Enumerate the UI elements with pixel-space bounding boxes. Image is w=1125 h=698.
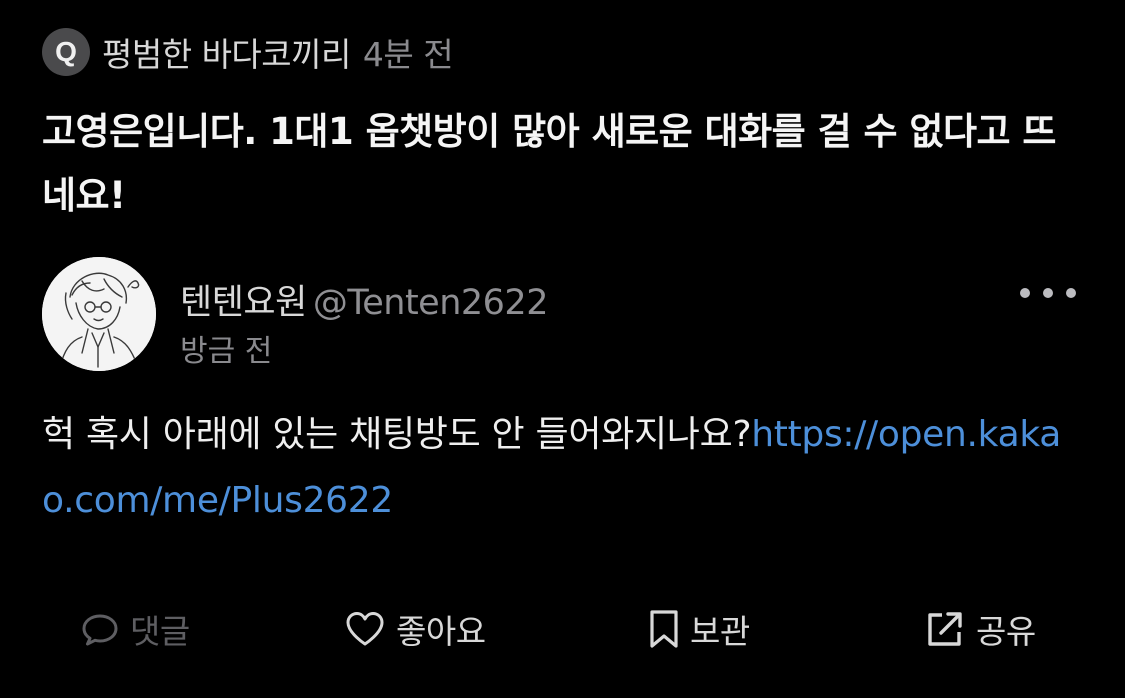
like-label: 좋아요	[396, 612, 486, 651]
question-author[interactable]: 평범한 바다코끼리	[102, 28, 351, 76]
bookmark-icon	[650, 610, 678, 648]
reply-body: 헉 혹시 아래에 있는 채팅방도 안 들어와지나요?	[42, 414, 752, 455]
avatar-sketch-icon	[42, 257, 156, 371]
reply-author-handle: @Tenten2622	[312, 283, 549, 323]
reply-time: 방금 전	[180, 334, 273, 369]
more-horizontal-icon-dot	[1020, 288, 1030, 298]
reply-text: 헉 혹시 아래에 있는 채팅방도 안 들어와지나요?https://open.k…	[42, 402, 1082, 534]
more-horizontal-icon-dot	[1066, 288, 1076, 298]
like-button[interactable]: 좋아요	[344, 598, 486, 660]
share-button[interactable]: 공유	[924, 598, 1036, 660]
comment-icon	[82, 614, 118, 646]
save-label: 보관	[690, 612, 750, 651]
comment-button[interactable]: 댓글	[80, 598, 190, 660]
action-bar: 댓글 좋아요 보관 공유	[0, 598, 1125, 660]
avatar[interactable]	[42, 257, 156, 371]
question-header: Q 평범한 바다코끼리 4분 전	[42, 26, 454, 78]
share-label: 공유	[976, 612, 1036, 651]
reply-author[interactable]: 텐텐요원 @Tenten2622	[180, 279, 548, 327]
more-horizontal-icon-dot	[1043, 288, 1053, 298]
question-time: 4분 전	[362, 35, 454, 74]
question-badge-icon: Q	[42, 28, 90, 76]
share-icon	[928, 612, 962, 646]
more-options-button[interactable]	[1020, 278, 1076, 308]
heart-icon	[346, 612, 384, 646]
question-text: 고영은입니다. 1대1 옵챗방이 많아 새로운 대화를 걸 수 없다고 뜨네요!	[42, 110, 1056, 217]
save-button[interactable]: 보관	[648, 598, 750, 660]
comment-label: 댓글	[130, 612, 190, 651]
reply-author-name: 텐텐요원	[180, 283, 307, 323]
